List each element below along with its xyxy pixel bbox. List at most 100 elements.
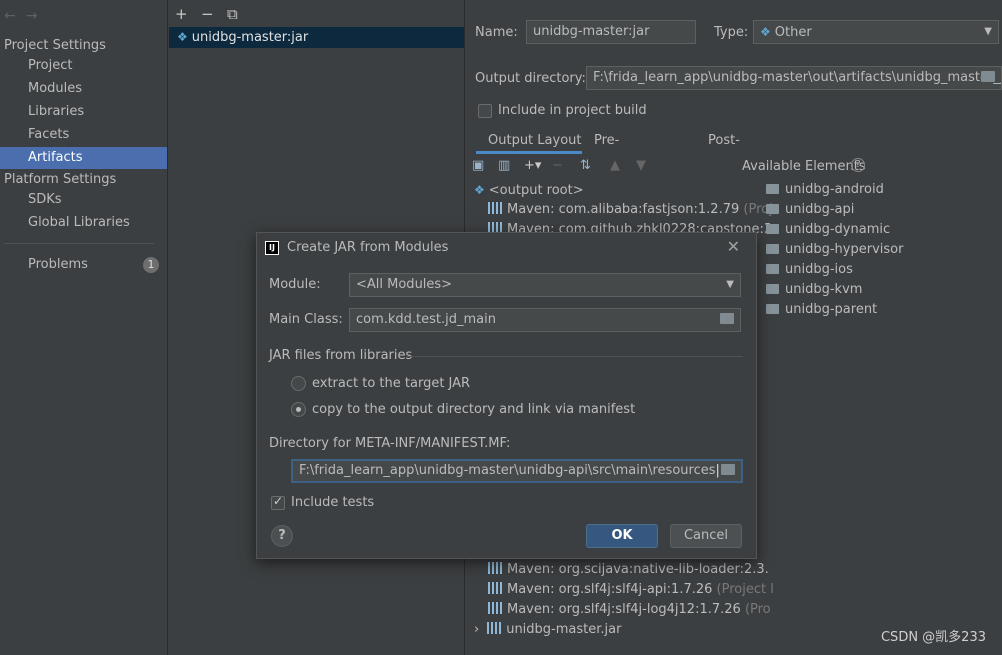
nav-history-arrows[interactable]: ←→ — [4, 8, 47, 24]
include-tests-checkbox[interactable]: ✓ — [271, 494, 285, 510]
nav-item-libraries[interactable]: Libraries — [0, 101, 167, 123]
tree-output-root-label: <output root> — [488, 183, 584, 198]
available-module-label: unidbg-android — [785, 182, 884, 197]
copy-icon[interactable]: ⧉ — [227, 5, 253, 23]
nav-item-facets[interactable]: Facets — [0, 124, 167, 146]
manifest-dir-label-text: Directory for META-INF/MANIFEST.MF: — [269, 436, 511, 451]
ok-button[interactable]: OK — [586, 524, 658, 548]
available-module[interactable]: unidbg-android — [766, 180, 884, 200]
available-module-label: unidbg-kvm — [785, 282, 863, 297]
available-module[interactable]: unidbg-kvm — [766, 280, 862, 300]
cancel-button[interactable]: Cancel — [670, 524, 742, 548]
manifest-dir-value: F:\frida_learn_app\unidbg-master\unidbg-… — [299, 463, 716, 478]
problems-count-badge: 1 — [143, 257, 159, 273]
available-module-label: unidbg-api — [785, 202, 855, 217]
include-in-build-label: Include in project build — [498, 103, 647, 118]
tree-row[interactable]: Maven: org.slf4j:slf4j-api:1.7.26 (Proje… — [488, 580, 774, 600]
tree-row[interactable]: Maven: org.scijava:native-lib-loader:2.3… — [488, 560, 769, 580]
library-icon — [488, 582, 502, 594]
tree-row-label: Maven: org.slf4j:slf4j-log4j12:1.7.26 — [507, 602, 741, 617]
browse-folder-icon[interactable] — [720, 313, 734, 324]
add-icon[interactable]: + — [175, 5, 201, 23]
module-folder-icon — [766, 224, 779, 234]
tree-row-label: Maven: com.alibaba:fastjson:1.2.79 — [507, 202, 740, 217]
include-tests-label: Include tests — [291, 495, 375, 510]
library-icon — [488, 202, 502, 214]
module-folder-icon — [766, 264, 779, 274]
tab-pre-processing[interactable]: Pre-processing — [594, 128, 664, 174]
module-folder-icon — [766, 284, 779, 294]
module-folder-icon — [766, 184, 779, 194]
module-select[interactable]: <All Modules> ▼ — [349, 273, 741, 297]
add-icon[interactable]: +▾ — [524, 158, 541, 173]
artifact-list-item[interactable]: ❖ unidbg-master:jar — [169, 27, 464, 48]
tree-row-label: Maven: org.scijava:native-lib-loader:2.3… — [507, 562, 769, 577]
nav-item-artifacts[interactable]: Artifacts — [0, 147, 167, 169]
archive-icon[interactable]: ▥ — [498, 158, 510, 173]
module-folder-icon — [766, 304, 779, 314]
copy-radio-label: copy to the output directory and link vi… — [312, 402, 636, 417]
tree-row-jar[interactable]: › unidbg-master.jar — [474, 620, 621, 640]
available-module[interactable]: unidbg-ios — [766, 260, 853, 280]
available-module[interactable]: unidbg-api — [766, 200, 854, 220]
sort-icon[interactable]: ⇅ — [580, 158, 591, 173]
available-module[interactable]: unidbg-dynamic — [766, 220, 890, 240]
remove-icon[interactable]: − — [201, 5, 227, 23]
artifact-icon: ❖ — [177, 30, 188, 44]
name-input[interactable]: unidbg-master:jar — [526, 20, 696, 44]
nav-item-problems-label: Problems — [28, 257, 88, 272]
available-module-label: unidbg-dynamic — [785, 222, 891, 237]
type-select[interactable]: ❖ Other ▼ — [753, 20, 999, 44]
main-class-value: com.kdd.test.jd_main — [356, 312, 497, 327]
manifest-dir-input[interactable]: F:\frida_learn_app\unidbg-master\unidbg-… — [291, 459, 743, 483]
library-icon — [488, 602, 502, 614]
main-class-label: Main Class: — [269, 312, 343, 327]
available-module-label: unidbg-ios — [785, 262, 853, 277]
move-down-icon[interactable]: ▼ — [636, 158, 646, 173]
tree-row[interactable]: Maven: com.alibaba:fastjson:1.2.79 (Proj — [488, 200, 773, 220]
module-select-value: <All Modules> — [356, 277, 453, 292]
browse-folder-icon[interactable] — [981, 71, 995, 82]
remove-icon[interactable]: − — [552, 158, 563, 173]
watermark: CSDN @凯多233 — [880, 630, 986, 645]
move-up-icon[interactable]: ▲ — [610, 158, 620, 173]
tree-row[interactable]: Maven: org.slf4j:slf4j-log4j12:1.7.26 (P… — [488, 600, 771, 620]
main-class-input[interactable]: com.kdd.test.jd_main — [349, 308, 741, 332]
browse-folder-icon[interactable] — [721, 464, 735, 475]
output-root-icon: ❖ — [474, 183, 485, 197]
nav-item-global-libraries[interactable]: Global Libraries — [0, 212, 167, 234]
help-icon[interactable]: ? — [851, 158, 865, 172]
back-arrow-icon[interactable]: ← — [4, 8, 26, 24]
chevron-right-icon[interactable]: › — [474, 622, 479, 637]
new-folder-icon[interactable]: ▣ — [472, 158, 484, 173]
close-icon[interactable]: ✕ — [727, 237, 740, 256]
tab-post-processing[interactable]: Post-processing — [708, 128, 778, 174]
checkmark-icon: ✓ — [273, 494, 284, 508]
extract-radio[interactable] — [291, 376, 306, 391]
forward-arrow-icon[interactable]: → — [26, 8, 48, 24]
nav-item-problems[interactable]: Problems 1 — [0, 254, 167, 276]
output-directory-input[interactable]: F:\frida_learn_app\unidbg-master\out\art… — [586, 66, 1002, 90]
text-cursor: | — [715, 463, 720, 478]
copy-radio[interactable] — [291, 402, 306, 417]
include-in-build-checkbox[interactable] — [478, 104, 492, 118]
tab-output-layout[interactable]: Output Layout — [476, 128, 582, 154]
module-folder-icon — [766, 244, 779, 254]
nav-item-modules[interactable]: Modules — [0, 78, 167, 100]
artifact-list-toolbar: + − ⧉ — [175, 5, 253, 23]
help-button[interactable]: ? — [271, 525, 293, 547]
tree-output-root[interactable]: ❖ <output root> — [474, 180, 584, 200]
available-module[interactable]: unidbg-parent — [766, 300, 877, 320]
type-select-value: Other — [774, 25, 812, 40]
type-label: Type: — [714, 25, 749, 40]
artifact-list-item-label: unidbg-master:jar — [191, 30, 309, 45]
jar-icon — [487, 622, 502, 634]
available-module-label: unidbg-hypervisor — [785, 242, 904, 257]
tree-row-suffix: (Project l — [712, 582, 774, 597]
tree-row-label: Maven: org.slf4j:slf4j-api:1.7.26 — [507, 582, 713, 597]
available-module[interactable]: unidbg-hypervisor — [766, 240, 903, 260]
create-jar-dialog: IJ Create JAR from Modules ✕ Module: <Al… — [256, 232, 757, 559]
nav-separator — [4, 243, 154, 244]
nav-item-sdks[interactable]: SDKs — [0, 189, 167, 211]
nav-item-project[interactable]: Project — [0, 55, 167, 77]
